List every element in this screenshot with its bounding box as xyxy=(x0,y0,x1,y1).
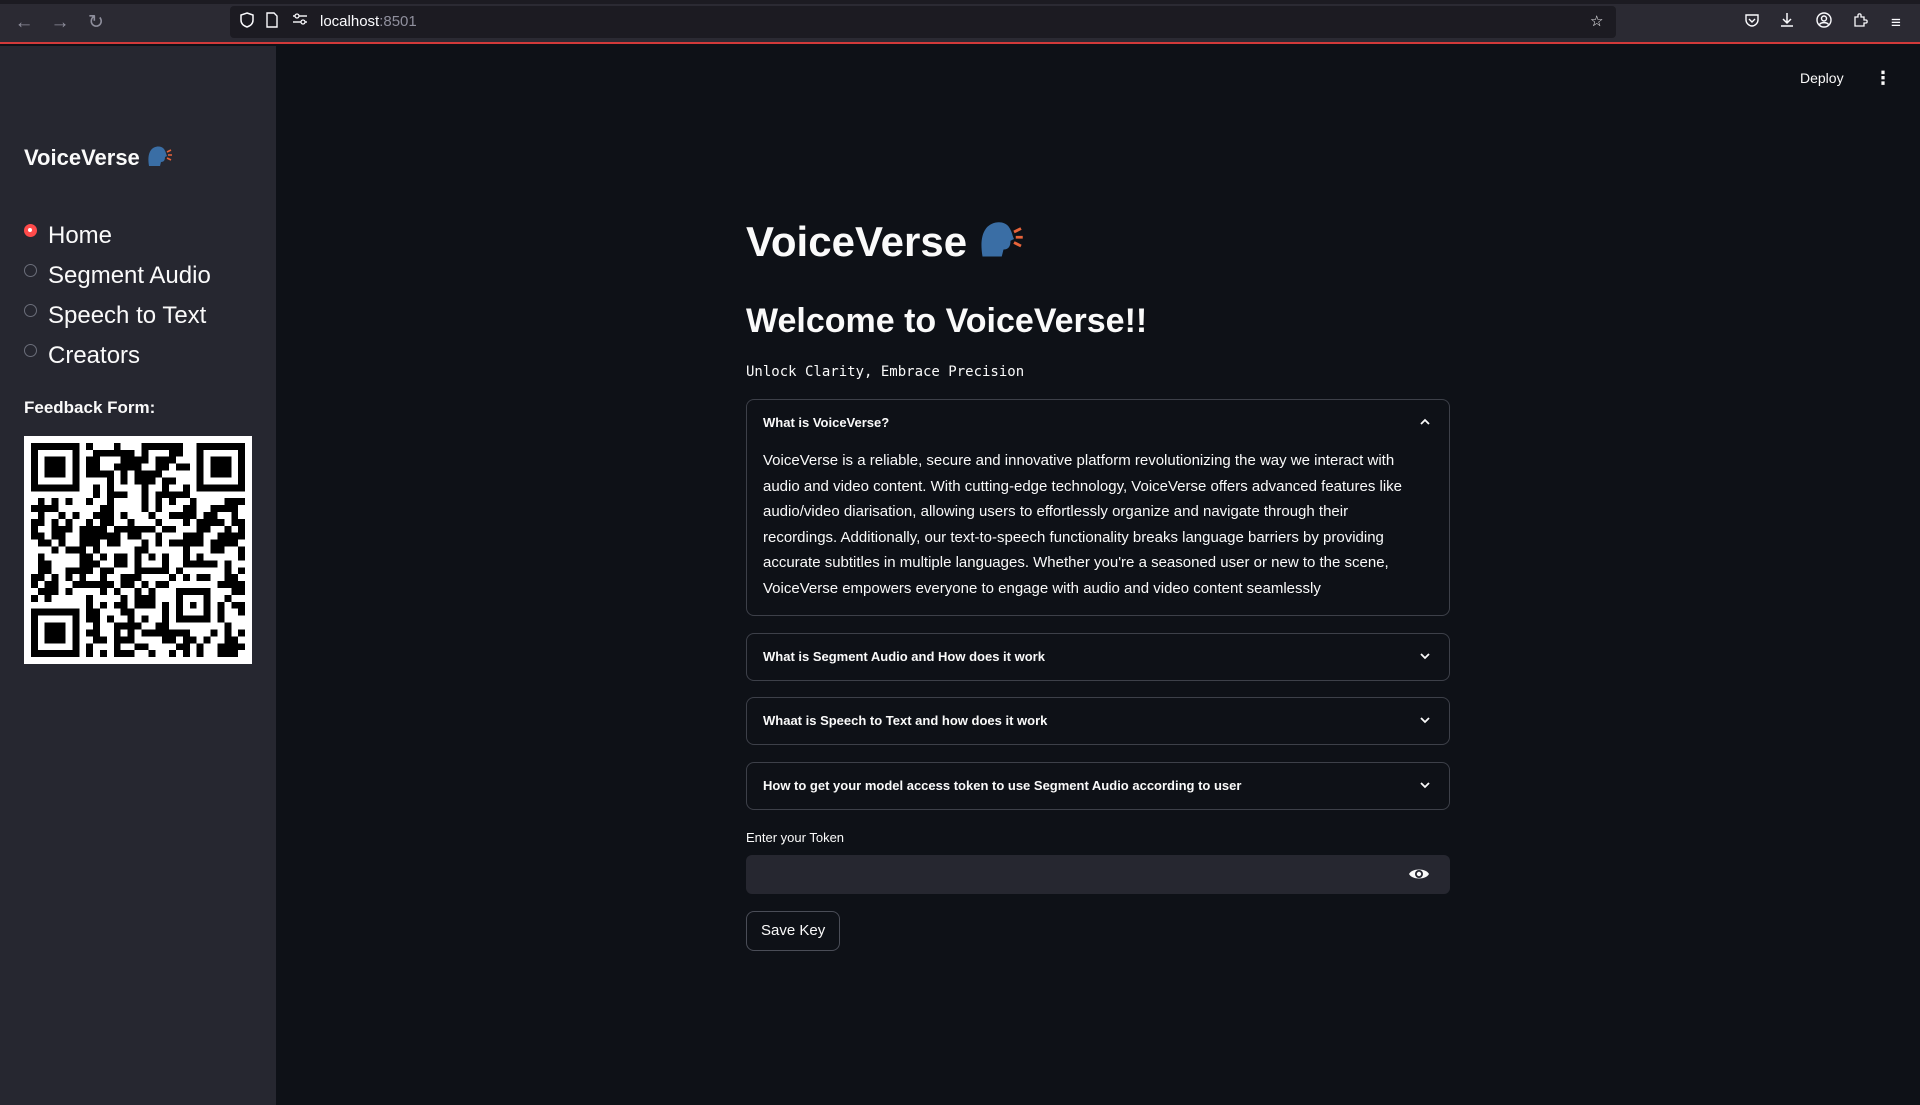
back-icon[interactable]: ← xyxy=(12,12,36,34)
welcome-heading: Welcome to VoiceVerse!! xyxy=(746,302,1148,340)
page-title: VoiceVerse xyxy=(746,218,1023,270)
kebab-menu-icon[interactable]: ⋮ xyxy=(1874,66,1892,90)
expander-speech-to-text: Whaat is Speech to Text and how does it … xyxy=(746,697,1450,745)
extensions-icon[interactable] xyxy=(1849,12,1871,34)
expander-header[interactable]: What is VoiceVerse? xyxy=(747,400,1449,446)
sidebar: VoiceVerse Home Segment Audio Speech to … xyxy=(0,46,276,1105)
expander-title: What is Segment Audio and How does it wo… xyxy=(763,649,1045,664)
account-icon[interactable] xyxy=(1813,12,1835,34)
expander-segment-audio: What is Segment Audio and How does it wo… xyxy=(746,633,1450,681)
download-icon[interactable] xyxy=(1776,12,1798,34)
nav-radio-label: Segment Audio xyxy=(48,262,211,289)
qr-code-icon xyxy=(24,436,252,664)
menu-icon[interactable]: ≡ xyxy=(1885,12,1907,34)
nav-radio-segment-audio[interactable]: Segment Audio xyxy=(24,258,211,298)
save-key-button[interactable]: Save Key xyxy=(746,911,841,951)
expander-header[interactable]: How to get your model access token to us… xyxy=(747,763,1449,809)
nav-radio-label: Speech to Text xyxy=(48,302,207,329)
nav-radio-label: Home xyxy=(48,222,113,249)
page-title-text: VoiceVerse xyxy=(746,218,968,265)
pocket-icon[interactable] xyxy=(1741,12,1763,34)
chevron-down-icon[interactable] xyxy=(1419,650,1431,662)
token-field-label: Enter your Token xyxy=(746,830,845,845)
nav-radio-group: Home Segment Audio Speech to Text Creato… xyxy=(24,218,211,378)
radio-unselected-icon[interactable] xyxy=(24,304,37,317)
address-bar[interactable]: localhost:8501 ☆ xyxy=(230,6,1616,38)
expander-header[interactable]: What is Segment Audio and How does it wo… xyxy=(747,634,1449,680)
nav-radio-speech-to-text[interactable]: Speech to Text xyxy=(24,298,211,338)
browser-toolbar: ← → ↻ localhost:8501 ☆ ≡ xyxy=(0,0,1920,44)
speaking-head-icon xyxy=(146,144,172,174)
radio-selected-icon[interactable] xyxy=(24,224,37,237)
speaking-head-icon xyxy=(977,218,1023,270)
chevron-up-icon[interactable] xyxy=(1419,416,1431,428)
nav-radio-creators[interactable]: Creators xyxy=(24,338,211,378)
expander-title: Whaat is Speech to Text and how does it … xyxy=(763,713,1048,728)
url-port: :8501 xyxy=(379,13,417,30)
expander-title: What is VoiceVerse? xyxy=(763,415,890,430)
show-password-eye-icon[interactable] xyxy=(1408,866,1430,882)
sidebar-title-text: VoiceVerse xyxy=(24,145,140,170)
nav-radio-label: Creators xyxy=(48,342,141,369)
token-input[interactable] xyxy=(746,855,1450,894)
chevron-down-icon[interactable] xyxy=(1419,714,1431,726)
radio-unselected-icon[interactable] xyxy=(24,344,37,357)
tagline: Unlock Clarity, Embrace Precision xyxy=(746,364,1025,380)
nav-radio-home[interactable]: Home xyxy=(24,218,211,258)
deploy-button[interactable]: Deploy xyxy=(1800,70,1844,86)
permissions-icon[interactable] xyxy=(292,12,308,32)
chevron-down-icon[interactable] xyxy=(1419,779,1431,791)
page-icon xyxy=(266,12,278,34)
shield-icon[interactable] xyxy=(240,12,254,34)
expander-what-is-voiceverse: What is VoiceVerse? VoiceVerse is a reli… xyxy=(746,399,1450,616)
expander-header[interactable]: Whaat is Speech to Text and how does it … xyxy=(747,698,1449,744)
bookmark-star-icon[interactable]: ☆ xyxy=(1590,12,1603,32)
radio-unselected-icon[interactable] xyxy=(24,264,37,277)
url-host: localhost xyxy=(320,13,380,30)
expander-title: How to get your model access token to us… xyxy=(763,778,1242,793)
sidebar-title: VoiceVerse xyxy=(24,144,172,174)
reload-icon[interactable]: ↻ xyxy=(84,12,108,34)
expander-body: VoiceVerse is a reliable, secure and inn… xyxy=(763,452,1403,597)
forward-icon[interactable]: → xyxy=(48,12,72,34)
expander-access-token: How to get your model access token to us… xyxy=(746,762,1450,810)
url-text[interactable]: localhost:8501 xyxy=(320,13,417,31)
feedback-form-label: Feedback Form: xyxy=(24,398,156,417)
